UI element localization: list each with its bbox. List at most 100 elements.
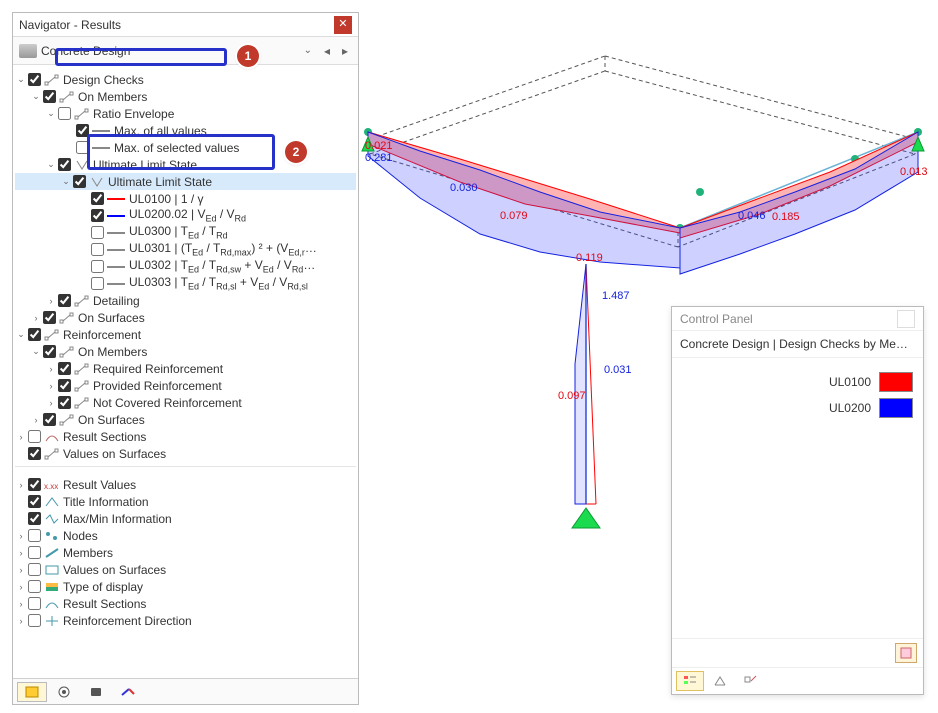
checkbox[interactable] — [58, 379, 71, 392]
tree-req-reinf[interactable]: › Required Reinforcement — [15, 360, 356, 377]
tree-members[interactable]: › Members — [15, 544, 356, 561]
expander-icon[interactable]: › — [45, 364, 57, 374]
tree-on-members[interactable]: ⌄ On Members — [15, 88, 356, 105]
tree-ratio-envelope[interactable]: ⌄ Ratio Envelope — [15, 105, 356, 122]
tree-result-sections-2[interactable]: › Result Sections — [15, 595, 356, 612]
checkbox[interactable] — [58, 362, 71, 375]
checkbox[interactable] — [28, 529, 41, 542]
tree-title-info[interactable]: Title Information — [15, 493, 356, 510]
checkbox[interactable] — [28, 495, 41, 508]
footer-tab-scale[interactable] — [706, 671, 734, 691]
expander-icon[interactable]: › — [45, 398, 57, 408]
tree-on-surfaces[interactable]: › On Surfaces — [15, 309, 356, 326]
tree-uls[interactable]: ⌄ Ultimate Limit State — [15, 156, 356, 173]
checkbox[interactable] — [28, 546, 41, 559]
tree-detailing[interactable]: › Detailing — [15, 292, 356, 309]
checkbox[interactable] — [28, 563, 41, 576]
checkbox[interactable] — [91, 226, 104, 239]
checkbox[interactable] — [58, 107, 71, 120]
settings-button[interactable] — [895, 643, 917, 663]
footer-tab-4[interactable] — [113, 682, 143, 702]
expander-icon[interactable]: ⌄ — [15, 74, 27, 85]
expander-icon[interactable]: › — [30, 313, 42, 323]
minimize-icon[interactable] — [897, 310, 915, 328]
footer-tab-legend[interactable] — [676, 671, 704, 691]
checkbox[interactable] — [28, 430, 41, 443]
checkbox[interactable] — [28, 614, 41, 627]
tree-maxmin[interactable]: Max/Min Information — [15, 510, 356, 527]
expander-icon[interactable]: › — [15, 548, 27, 558]
checkbox[interactable] — [76, 141, 89, 154]
expander-icon[interactable]: › — [15, 480, 27, 490]
tree-nodes[interactable]: › Nodes — [15, 527, 356, 544]
tree-ul0200[interactable]: UL0200.02 | VEd / VRd — [15, 207, 356, 224]
tree-reinf-dir[interactable]: › Reinforcement Direction — [15, 612, 356, 629]
expander-icon[interactable]: ⌄ — [60, 176, 72, 187]
expander-icon[interactable]: ⌄ — [30, 346, 42, 357]
expander-icon[interactable]: ⌄ — [45, 159, 57, 170]
tree-reinforcement[interactable]: ⌄ Reinforcement — [15, 326, 356, 343]
expander-icon[interactable]: › — [15, 616, 27, 626]
tree-ul0302[interactable]: UL0302 | TEd / TRd,sw + VEd / VRd… — [15, 258, 356, 275]
checkbox[interactable] — [28, 447, 41, 460]
checkbox[interactable] — [28, 73, 41, 86]
checkbox[interactable] — [91, 192, 104, 205]
expander-icon[interactable]: ⌄ — [45, 108, 57, 119]
checkbox[interactable] — [28, 478, 41, 491]
tree-values-surfaces-2[interactable]: › Values on Surfaces — [15, 561, 356, 578]
expander-icon[interactable]: ⌄ — [30, 91, 42, 102]
tree-design-checks[interactable]: ⌄ Design Checks — [15, 71, 356, 88]
tree-ul0300[interactable]: UL0300 | TEd / TRd — [15, 224, 356, 241]
expander-icon[interactable]: › — [15, 582, 27, 592]
expander-icon[interactable]: › — [30, 415, 42, 425]
tree-notcov-reinf[interactable]: › Not Covered Reinforcement — [15, 394, 356, 411]
checkbox[interactable] — [91, 209, 104, 222]
checkbox[interactable] — [28, 328, 41, 341]
checkbox[interactable] — [91, 260, 104, 273]
expander-icon[interactable]: › — [15, 432, 27, 442]
tree-ul0100[interactable]: UL0100 | 1 / γ — [15, 190, 356, 207]
chevron-down-icon[interactable]: ⌄ — [300, 45, 316, 56]
checkbox[interactable] — [58, 158, 71, 171]
tree-reinf-surfaces[interactable]: › On Surfaces — [15, 411, 356, 428]
prev-button[interactable]: ◂ — [320, 44, 334, 58]
checkbox[interactable] — [91, 243, 104, 256]
tree-values-surfaces[interactable]: Values on Surfaces — [15, 445, 356, 462]
footer-tab-filter[interactable] — [736, 671, 764, 691]
checkbox[interactable] — [43, 413, 56, 426]
tree-ul0301[interactable]: UL0301 | (TEd / TRd,max) ² + (VEd,r… — [15, 241, 356, 258]
checkbox[interactable] — [43, 345, 56, 358]
checkbox[interactable] — [73, 175, 86, 188]
tree-uls-inner[interactable]: ⌄ Ultimate Limit State — [15, 173, 356, 190]
checkbox[interactable] — [58, 396, 71, 409]
checkbox[interactable] — [91, 277, 104, 290]
footer-tab-3[interactable] — [81, 682, 111, 702]
checkbox[interactable] — [28, 580, 41, 593]
tree-max-all[interactable]: Max. of all values — [15, 122, 356, 139]
navigator-tree[interactable]: ⌄ Design Checks ⌄ On Members ⌄ Ratio Env… — [13, 65, 358, 678]
expander-icon[interactable]: › — [45, 296, 57, 306]
tree-type-display[interactable]: › Type of display — [15, 578, 356, 595]
expander-icon[interactable]: › — [45, 381, 57, 391]
checkbox[interactable] — [28, 597, 41, 610]
tree-prov-reinf[interactable]: › Provided Reinforcement — [15, 377, 356, 394]
footer-tab-2[interactable] — [49, 682, 79, 702]
next-button[interactable]: ▸ — [338, 44, 352, 58]
expander-icon[interactable]: › — [15, 531, 27, 541]
close-icon[interactable]: ✕ — [334, 16, 352, 34]
checkbox[interactable] — [76, 124, 89, 137]
tree-result-values[interactable]: › x.xx Result Values — [15, 476, 356, 493]
label: Result Values — [63, 478, 136, 492]
tree-ul0303[interactable]: UL0303 | TEd / TRd,sl + VEd / VRd,sl — [15, 275, 356, 292]
checkbox[interactable] — [58, 294, 71, 307]
footer-tab-1[interactable] — [17, 682, 47, 702]
checkbox[interactable] — [43, 311, 56, 324]
tree-result-sections[interactable]: › Result Sections — [15, 428, 356, 445]
checkbox[interactable] — [43, 90, 56, 103]
checkbox[interactable] — [28, 512, 41, 525]
tree-reinf-members[interactable]: ⌄ On Members — [15, 343, 356, 360]
expander-icon[interactable]: › — [15, 599, 27, 609]
legend-row: UL0100 — [682, 372, 913, 392]
expander-icon[interactable]: ⌄ — [15, 329, 27, 340]
expander-icon[interactable]: › — [15, 565, 27, 575]
